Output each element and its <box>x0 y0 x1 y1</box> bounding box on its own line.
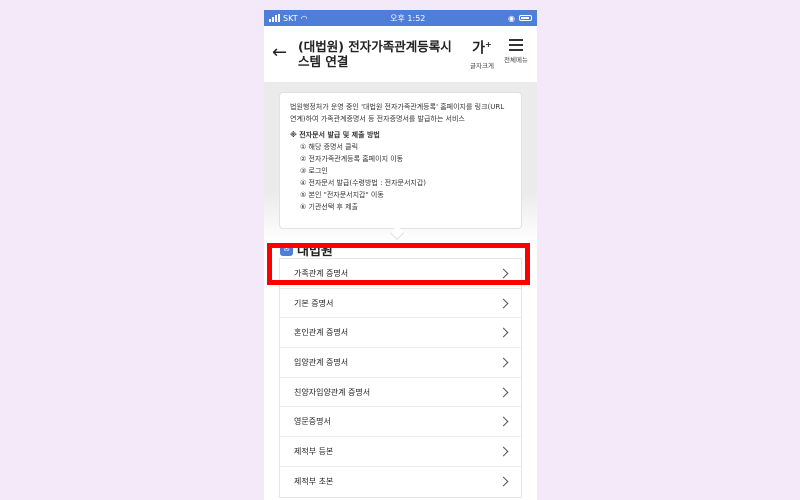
list-item-adoption[interactable]: 입양관계 증명서 <box>280 348 521 378</box>
step-item: ⑤ 본인 "전자문서지갑" 이동 <box>300 191 384 199</box>
battery-icon <box>518 15 532 21</box>
main-content: 법원행정처가 운영 중인 '대법원 전자가족관계등록' 홈페이지를 링크(URL… <box>264 82 537 500</box>
wifi-icon: ◠ <box>300 13 308 23</box>
step-item: ⑥ 기관선택 후 제출 <box>300 203 359 211</box>
list-item-label: 영문증명서 <box>294 417 331 427</box>
chevron-right-icon <box>498 416 509 427</box>
status-time: 오후 1:52 <box>390 13 426 23</box>
steps-title: ※ 전자문서 발급 및 제출 방법 <box>290 131 380 139</box>
chevron-right-icon <box>498 446 509 457</box>
list-item-full-adoption[interactable]: 친양자입양관계 증명서 <box>280 378 521 408</box>
chevron-right-icon <box>498 327 509 338</box>
list-item-removal-extract[interactable]: 제적부 초본 <box>280 467 521 497</box>
page-title: (대법원) 전자가족관계등록시스템 연결 <box>298 39 452 69</box>
chevron-right-icon <box>498 476 509 487</box>
chevron-right-icon <box>498 387 509 398</box>
list-item-label: 기본 증명서 <box>294 298 334 308</box>
highlight-box <box>267 243 530 285</box>
back-arrow-icon[interactable]: ← <box>272 42 287 63</box>
status-left: SKT ◠ <box>269 14 308 23</box>
step-item: ④ 전자문서 발급(수령방법 : 전자문서지갑) <box>300 179 427 187</box>
rotation-lock-icon: ◉ <box>508 13 515 23</box>
all-menu-label: 전체메뉴 <box>504 56 528 64</box>
chevron-right-icon <box>498 357 509 368</box>
screenshot-frame: SKT ◠ 오후 1:52 ◉ ← (대법원) 전자가족관계등록시스템 연결 가… <box>0 0 800 500</box>
list-item-label: 입양관계 증명서 <box>294 357 349 367</box>
step-item: ① 해당 증명서 클릭 <box>300 143 359 151</box>
font-size-icon: 가+ <box>472 40 492 57</box>
font-size-button[interactable]: 가+ 글자크게 <box>470 36 494 70</box>
carrier-label: SKT <box>283 13 298 23</box>
list-item-removal-copy[interactable]: 제적부 등본 <box>280 437 521 467</box>
status-bar: SKT ◠ 오후 1:52 ◉ <box>264 10 537 26</box>
service-info-box: 법원행정처가 운영 중인 '대법원 전자가족관계등록' 홈페이지를 링크(URL… <box>279 92 522 229</box>
hamburger-menu-icon <box>508 39 523 51</box>
certificate-list: 가족관계 증명서 기본 증명서 혼인관계 증명서 입양관계 증명서 친양자입양관… <box>279 258 522 498</box>
list-item-label: 제적부 초본 <box>294 477 334 487</box>
list-item-label: 제적부 등본 <box>294 446 334 456</box>
step-item: ② 전자가족관계등록 홈페이지 이동 <box>300 155 404 163</box>
list-item-english[interactable]: 영문증명서 <box>280 407 521 438</box>
service-description: 법원행정처가 운영 중인 '대법원 전자가족관계등록' 홈페이지를 링크(URL… <box>290 103 505 123</box>
status-right: ◉ <box>508 14 532 23</box>
all-menu-button[interactable]: 전체메뉴 <box>504 36 528 64</box>
chevron-right-icon <box>498 298 509 308</box>
font-size-label: 글자크게 <box>470 61 494 70</box>
app-header: ← (대법원) 전자가족관계등록시스템 연결 가+ 글자크게 전체메뉴 <box>264 26 537 82</box>
list-item-basic[interactable]: 기본 증명서 <box>280 289 521 319</box>
step-item: ③ 로그인 <box>300 167 328 175</box>
list-item-label: 혼인관계 증명서 <box>294 328 349 338</box>
list-item-label: 친양자입양관계 증명서 <box>294 387 371 397</box>
list-item-marriage[interactable]: 혼인관계 증명서 <box>280 318 521 349</box>
signal-icon <box>269 14 280 22</box>
